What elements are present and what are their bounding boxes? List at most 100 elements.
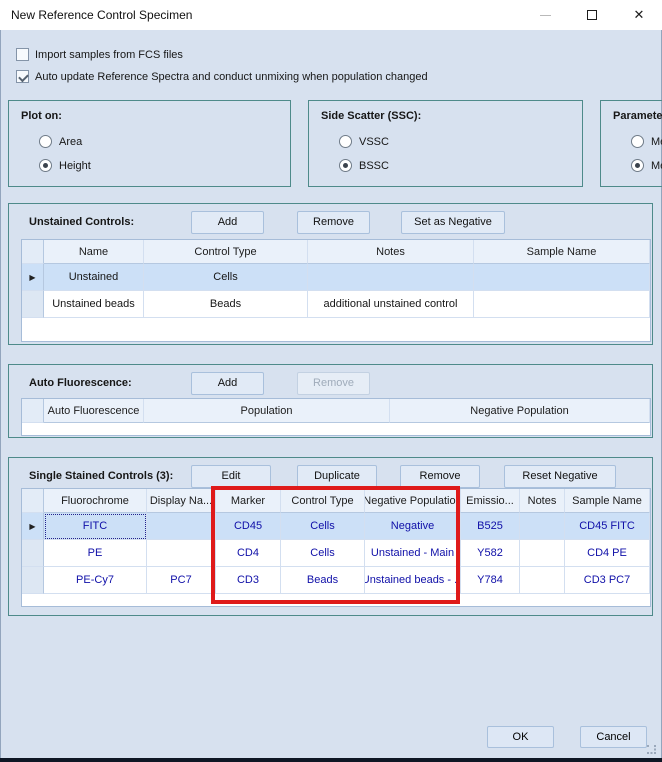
minimize-icon — [539, 14, 551, 16]
checkbox-label: Import samples from FCS files — [35, 48, 183, 61]
column-header[interactable]: Display Na... — [147, 489, 216, 513]
auto-update-checkbox[interactable]: Auto update Reference Spectra and conduc… — [16, 69, 428, 84]
maximize-button[interactable] — [575, 0, 609, 30]
single-stained-controls-section: Single Stained Controls (3): Edit Duplic… — [8, 457, 653, 616]
window-title: New Reference Control Specimen — [11, 8, 193, 22]
radio-bssc[interactable]: BSSC — [339, 158, 389, 173]
table-cell[interactable]: Y784 — [461, 567, 520, 594]
table-cell[interactable]: Unstained beads — [44, 291, 144, 318]
column-header[interactable]: Control Type — [281, 489, 365, 513]
column-header[interactable]: Negative Population — [390, 399, 650, 423]
radio-parameter-2[interactable]: Me — [631, 158, 662, 173]
row-selector-header[interactable] — [22, 240, 44, 264]
add-button[interactable]: Add — [191, 211, 264, 234]
edit-button[interactable]: Edit — [191, 465, 271, 488]
checkbox-label: Auto update Reference Spectra and conduc… — [35, 70, 428, 83]
table-cell[interactable]: Beads — [281, 567, 365, 594]
set-as-negative-button[interactable]: Set as Negative — [401, 211, 505, 234]
table-cell[interactable] — [147, 513, 216, 540]
auto-fluorescence-table[interactable]: Auto Fluorescence Population Negative Popu… — [21, 398, 651, 436]
close-button[interactable]: ✕ — [622, 0, 656, 30]
unstained-controls-table[interactable]: Name Control Type Notes Sample Name ▶ Unstain… — [21, 239, 651, 342]
table-cell[interactable]: Unstained - Main — [365, 540, 461, 567]
table-cell[interactable] — [474, 264, 650, 291]
remove-button[interactable]: Remove — [297, 211, 370, 234]
radio-height[interactable]: Height — [39, 158, 91, 173]
table-cell[interactable]: PC7 — [147, 567, 216, 594]
table-header-row: Name Control Type Notes Sample Name — [22, 240, 650, 264]
table-cell[interactable] — [147, 540, 216, 567]
table-cell[interactable]: Unstained beads - ... — [365, 567, 461, 594]
table-row: PE-Cy7 PC7 CD3 Beads Unstained beads - ... Y7… — [22, 567, 650, 594]
unstained-controls-section: Unstained Controls: Add Remove Set as Ne… — [8, 203, 653, 345]
minimize-button[interactable] — [528, 0, 562, 30]
column-header[interactable]: Auto Fluorescence — [44, 399, 144, 423]
table-cell[interactable]: CD4 PE — [565, 540, 650, 567]
radio-icon — [631, 135, 644, 148]
column-header[interactable]: Fluorochrome — [44, 489, 147, 513]
radio-parameter-1[interactable]: Me — [631, 134, 662, 149]
table-header-row: Fluorochrome Display Na... Marker Control T… — [22, 489, 650, 513]
duplicate-button[interactable]: Duplicate — [297, 465, 377, 488]
column-header[interactable]: Emissio... — [461, 489, 520, 513]
table-cell[interactable]: Cells — [281, 513, 365, 540]
table-row: ▶ FITC CD45 Cells Negative B525 CD45 FITC — [22, 513, 650, 540]
table-cell[interactable] — [520, 567, 565, 594]
table-cell[interactable]: CD45 — [216, 513, 281, 540]
table-cell[interactable]: FITC — [44, 513, 147, 540]
table-cell[interactable]: CD3 PC7 — [565, 567, 650, 594]
column-header[interactable]: Sample Name — [565, 489, 650, 513]
cancel-button[interactable]: Cancel — [580, 726, 647, 748]
table-cell[interactable] — [474, 291, 650, 318]
column-header[interactable]: Notes — [520, 489, 565, 513]
column-header[interactable]: Name — [44, 240, 144, 264]
radio-icon — [631, 159, 644, 172]
import-fcs-checkbox[interactable]: Import samples from FCS files — [16, 47, 183, 62]
radio-area[interactable]: Area — [39, 134, 82, 149]
radio-vssc[interactable]: VSSC — [339, 134, 389, 149]
table-cell[interactable] — [520, 540, 565, 567]
row-selector-header[interactable] — [22, 489, 44, 513]
add-button[interactable]: Add — [191, 372, 264, 395]
table-cell[interactable]: B525 — [461, 513, 520, 540]
table-cell[interactable]: Cells — [144, 264, 308, 291]
checkbox-icon — [16, 48, 29, 61]
ok-button[interactable]: OK — [487, 726, 554, 748]
table-cell[interactable]: Beads — [144, 291, 308, 318]
column-header[interactable]: Notes — [308, 240, 474, 264]
table-cell[interactable]: CD4 — [216, 540, 281, 567]
groupbox-side-scatter: Side Scatter (SSC): VSSC BSSC — [308, 100, 583, 187]
table-cell[interactable]: PE — [44, 540, 147, 567]
table-row: Unstained beads Beads additional unstained… — [22, 291, 650, 318]
reset-negative-button[interactable]: Reset Negative — [504, 465, 616, 488]
dialog-new-reference-control-specimen: New Reference Control Specimen ✕ Import … — [0, 0, 662, 762]
remove-button[interactable]: Remove — [400, 465, 480, 488]
maximize-icon — [587, 10, 597, 20]
column-header[interactable]: Sample Name — [474, 240, 650, 264]
table-cell[interactable] — [308, 264, 474, 291]
table-cell[interactable]: CD45 FITC — [565, 513, 650, 540]
column-header[interactable]: Marker — [216, 489, 281, 513]
row-selector[interactable] — [22, 291, 44, 318]
table-cell[interactable]: Unstained — [44, 264, 144, 291]
column-header[interactable]: Control Type — [144, 240, 308, 264]
single-stained-controls-table[interactable]: Fluorochrome Display Na... Marker Control T… — [21, 488, 651, 607]
table-cell[interactable]: Negative — [365, 513, 461, 540]
table-cell[interactable] — [520, 513, 565, 540]
row-selector-header[interactable] — [22, 399, 44, 423]
remove-button[interactable]: Remove — [297, 372, 370, 395]
table-cell[interactable]: PE-Cy7 — [44, 567, 147, 594]
row-selector[interactable] — [22, 540, 44, 567]
groupbox-title: Plot on: — [21, 110, 62, 122]
resize-grip[interactable] — [647, 745, 656, 754]
table-cell[interactable]: CD3 — [216, 567, 281, 594]
radio-icon — [339, 159, 352, 172]
row-selector[interactable]: ▶ — [22, 264, 44, 291]
row-selector[interactable] — [22, 567, 44, 594]
row-selector[interactable]: ▶ — [22, 513, 44, 540]
column-header[interactable]: Population — [144, 399, 390, 423]
table-cell[interactable]: additional unstained control — [308, 291, 474, 318]
table-cell[interactable]: Cells — [281, 540, 365, 567]
table-cell[interactable]: Y582 — [461, 540, 520, 567]
column-header[interactable]: Negative Population — [365, 489, 461, 513]
